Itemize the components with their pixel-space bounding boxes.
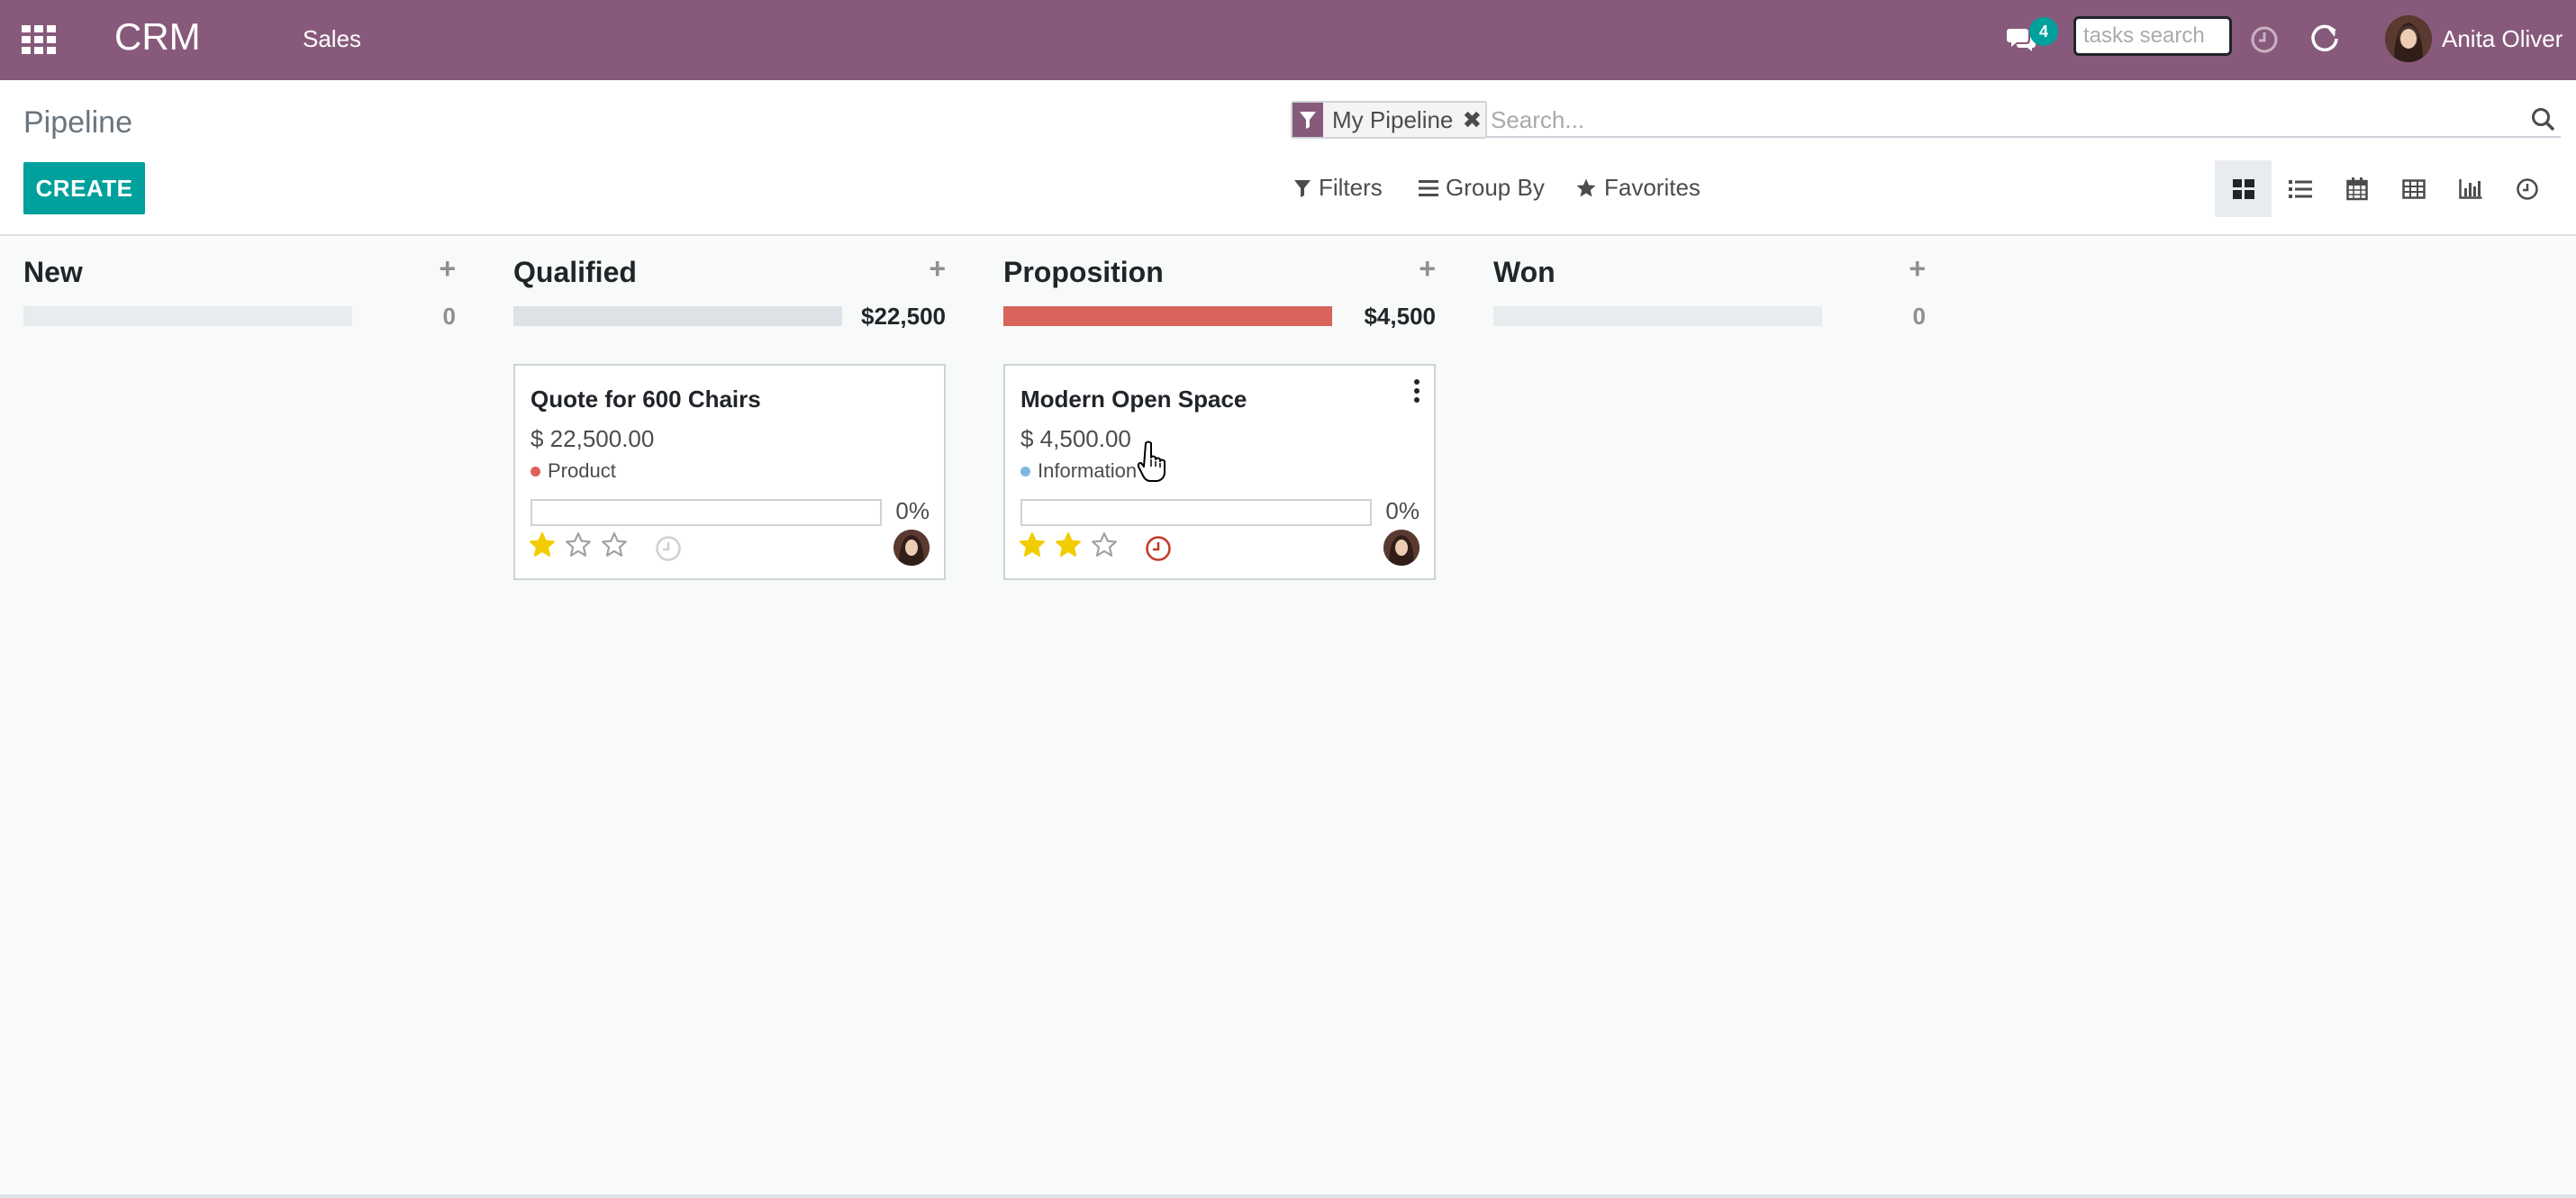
card-probability: 0% <box>1385 497 1420 524</box>
column-add-icon[interactable]: + <box>929 252 946 286</box>
bar-chart-icon <box>2458 178 2481 199</box>
user-avatar[interactable] <box>2385 15 2432 62</box>
star-filled-icon[interactable] <box>1055 531 1082 558</box>
activity-view-button[interactable] <box>2499 160 2555 217</box>
clock-icon[interactable] <box>2249 24 2280 55</box>
apps-grid-icon[interactable] <box>22 25 56 54</box>
refresh-icon[interactable] <box>2309 23 2342 55</box>
bars-icon <box>1419 179 1438 196</box>
star-icon <box>1576 178 1596 196</box>
bottom-border <box>0 1194 2576 1198</box>
activity-clock-icon[interactable] <box>1144 534 1173 563</box>
priority-stars <box>1019 531 1118 558</box>
filters-label: Filters <box>1319 174 1383 201</box>
tag-label: Information <box>1038 459 1138 482</box>
star-empty-icon[interactable] <box>601 531 628 558</box>
priority-stars <box>529 531 628 558</box>
calendar-view-button[interactable] <box>2328 160 2385 217</box>
filter-icon <box>1294 179 1311 197</box>
card-title: Quote for 600 Chairs <box>531 386 761 413</box>
kanban-icon <box>2232 178 2254 199</box>
search-icon[interactable] <box>2530 106 2557 133</box>
salesperson-avatar[interactable] <box>893 530 930 566</box>
column-add-icon[interactable]: + <box>1419 252 1436 286</box>
clock-icon <box>2516 177 2538 200</box>
pivot-view-button[interactable] <box>2385 160 2442 217</box>
column-title[interactable]: Won <box>1493 256 1556 289</box>
column-add-icon[interactable]: + <box>1909 252 1926 286</box>
column-progress-bar[interactable] <box>1493 306 1822 326</box>
card-title: Modern Open Space <box>1020 386 1247 413</box>
card-probability-bar <box>531 499 882 526</box>
star-filled-icon[interactable] <box>529 531 556 558</box>
column-progress-bar[interactable] <box>23 306 352 326</box>
card-probability: 0% <box>895 497 930 524</box>
kanban-card[interactable]: Quote for 600 Chairs $ 22,500.00 Product… <box>513 364 946 580</box>
card-tag: Product <box>531 459 616 483</box>
favorites-label: Favorites <box>1604 174 1701 201</box>
card-tag: Information <box>1020 459 1137 483</box>
hand-cursor-icon <box>1137 440 1166 482</box>
column-total: $22,500 <box>861 303 946 330</box>
column-title[interactable]: Proposition <box>1003 256 1164 289</box>
table-icon <box>2401 178 2426 199</box>
card-menu-icon[interactable] <box>1412 378 1421 404</box>
search-input[interactable] <box>1491 103 2517 137</box>
column-total: 0 <box>442 303 456 330</box>
top-navbar: CRM Sales 4 Anita Oliver <box>0 0 2576 80</box>
group-by-button[interactable]: Group By <box>1419 174 1545 202</box>
column-add-icon[interactable]: + <box>439 252 456 286</box>
filters-button[interactable]: Filters <box>1293 174 1383 202</box>
tasks-search-input[interactable] <box>2073 16 2232 56</box>
list-view-button[interactable] <box>2272 160 2328 217</box>
star-filled-icon[interactable] <box>1019 531 1046 558</box>
view-switcher <box>2215 160 2555 217</box>
calendar-icon <box>2345 177 2368 200</box>
card-amount: $ 22,500.00 <box>531 425 655 452</box>
column-title[interactable]: Qualified <box>513 256 637 289</box>
column-title[interactable]: New <box>23 256 83 289</box>
column-progress-bar[interactable] <box>1003 306 1332 326</box>
kanban-card[interactable]: Modern Open Space $ 4,500.00 Information… <box>1003 364 1436 580</box>
search-bar: My Pipeline ✖ <box>1291 97 2561 139</box>
list-icon <box>2288 179 2312 198</box>
user-name[interactable]: Anita Oliver <box>2442 25 2562 53</box>
chat-unread-badge: 4 <box>2029 17 2058 46</box>
facet-remove-icon[interactable]: ✖ <box>1458 103 1485 137</box>
column-total: $4,500 <box>1364 303 1436 330</box>
star-empty-icon[interactable] <box>1091 531 1118 558</box>
menu-item-sales[interactable]: Sales <box>303 25 361 53</box>
favorites-button[interactable]: Favorites <box>1575 174 1701 202</box>
column-progress-fill <box>513 306 842 326</box>
app-brand[interactable]: CRM <box>114 15 201 59</box>
card-probability-bar <box>1020 499 1372 526</box>
column-total: 0 <box>1912 303 1926 330</box>
activity-clock-icon[interactable] <box>654 534 683 563</box>
tag-label: Product <box>548 459 616 482</box>
filter-icon <box>1293 103 1323 137</box>
star-empty-icon[interactable] <box>565 531 592 558</box>
salesperson-avatar[interactable] <box>1383 530 1420 566</box>
column-progress-bar[interactable] <box>513 306 842 326</box>
create-button[interactable]: CREATE <box>23 162 145 214</box>
tag-color-dot <box>531 466 540 476</box>
graph-view-button[interactable] <box>2442 160 2499 217</box>
kanban-view-button[interactable] <box>2215 160 2272 217</box>
group-by-label: Group By <box>1446 174 1545 201</box>
card-amount: $ 4,500.00 <box>1020 425 1131 452</box>
control-panel: Pipeline CREATE My Pipeline ✖ Filters Gr… <box>0 80 2576 236</box>
facet-label: My Pipeline <box>1332 106 1454 133</box>
breadcrumb: Pipeline <box>23 105 132 140</box>
column-progress-fill <box>1003 306 1332 326</box>
search-facet[interactable]: My Pipeline ✖ <box>1291 101 1488 139</box>
kanban-board: New + 0 Qualified + $22,500 Quote for 60… <box>0 238 2576 1198</box>
tag-color-dot <box>1020 466 1030 476</box>
